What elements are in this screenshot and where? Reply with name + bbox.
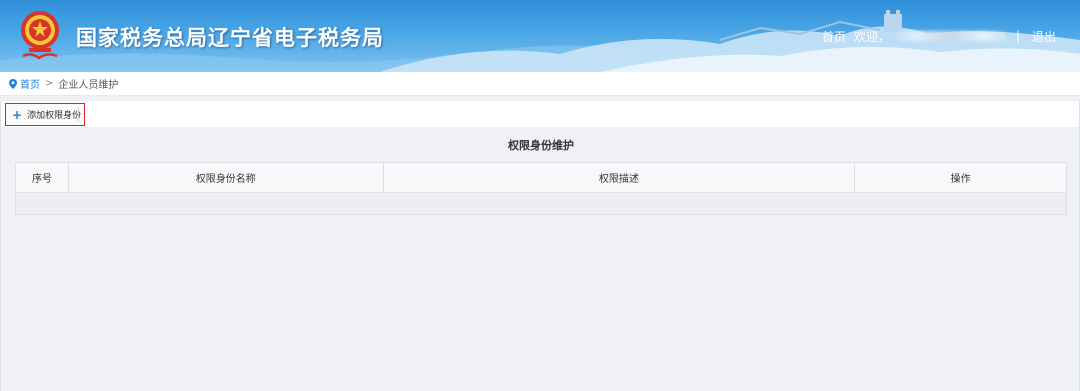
role-table: 序号 权限身份名称 权限描述 操作 (15, 162, 1067, 215)
tax-emblem-logo (21, 11, 59, 60)
breadcrumb-home-link[interactable]: 首页 (20, 76, 40, 91)
toolbar: + 添加权限身份 (0, 101, 1080, 127)
column-header-description: 权限描述 (382, 162, 856, 193)
breadcrumb-separator: > (45, 78, 54, 89)
role-maintenance-panel: 权限身份维护 序号 权限身份名称 权限描述 操作 (0, 127, 1080, 391)
top-nav: 首页 欢迎， | 退出 (822, 27, 1056, 45)
button-divider (78, 107, 79, 122)
breadcrumb: 首页 > 企业人员维护 (0, 72, 1080, 96)
logout-link[interactable]: 退出 (1032, 28, 1056, 45)
nav-separator: | (1015, 29, 1020, 43)
column-header-actions: 操作 (854, 162, 1067, 193)
column-header-role-name: 权限身份名称 (67, 162, 384, 193)
header-banner: 国家税务总局辽宁省电子税务局 首页 欢迎， | 退出 (0, 0, 1080, 72)
add-role-button-label: 添加权限身份 (27, 111, 82, 121)
empty-cell (15, 192, 1067, 215)
redacted-username (895, 31, 1006, 41)
panel-title: 权限身份维护 (508, 138, 574, 152)
plus-icon: + (12, 107, 23, 122)
add-role-button[interactable]: + 添加权限身份 (5, 103, 85, 126)
table-empty-row (15, 192, 1067, 215)
site-title: 国家税务总局辽宁省电子税务局 (76, 26, 384, 50)
column-header-index: 序号 (15, 162, 69, 193)
welcome-text: 欢迎， (853, 29, 890, 44)
location-pin-icon (9, 78, 17, 89)
nav-home-link[interactable]: 首页 (822, 28, 846, 45)
breadcrumb-current: 企业人员维护 (58, 80, 119, 91)
table-header-row: 序号 权限身份名称 权限描述 操作 (15, 162, 1067, 193)
